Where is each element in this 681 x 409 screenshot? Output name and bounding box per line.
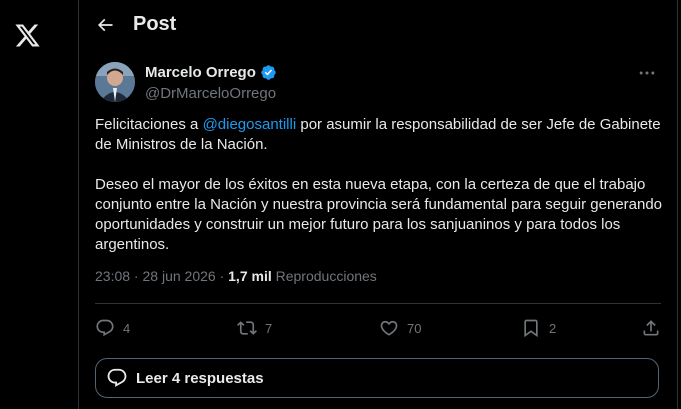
author-name-row: Marcelo Orrego	[145, 64, 277, 81]
meta-separator: ·	[215, 268, 229, 284]
post-date[interactable]: 28 jun 2026	[143, 268, 216, 284]
post-time[interactable]: 23:08	[95, 268, 130, 284]
tweet-text-span: Felicitaciones a	[95, 116, 203, 133]
chat-bubble-icon	[107, 368, 127, 387]
bookmark-count: 2	[549, 320, 557, 336]
read-replies-button[interactable]: Leer 4 respuestas	[95, 358, 659, 398]
verified-badge-icon	[261, 65, 276, 80]
bookmark-button[interactable]: 2	[521, 318, 556, 338]
avatar[interactable]	[95, 62, 135, 102]
meta-separator: ·	[130, 268, 143, 284]
share-icon	[643, 320, 659, 336]
view-count[interactable]: 1,7 mil	[228, 268, 272, 284]
divider	[95, 303, 661, 304]
repost-icon	[237, 321, 257, 335]
page-title: Post	[133, 13, 177, 35]
action-bar: 4 7 70 2	[95, 318, 661, 342]
share-button[interactable]	[641, 318, 661, 338]
tweet-paragraph-1: Felicitaciones a @diegosantilli por asum…	[95, 115, 665, 155]
repost-button[interactable]: 7	[237, 318, 272, 338]
reply-button[interactable]: 4	[95, 318, 130, 338]
read-replies-label: Leer 4 respuestas	[136, 369, 264, 387]
tweet-meta: 23:08 · 28 jun 2026 · 1,7 mil Reproducci…	[95, 268, 377, 284]
heart-icon	[380, 320, 398, 336]
left-nav	[0, 0, 78, 409]
repost-count: 7	[265, 320, 273, 336]
avatar-image	[95, 62, 135, 102]
mention-link[interactable]: @diegosantilli	[203, 116, 297, 133]
bookmark-icon	[524, 319, 538, 338]
reply-count: 4	[123, 320, 131, 336]
author-display-name[interactable]: Marcelo Orrego	[145, 64, 256, 81]
x-logo-icon[interactable]	[14, 22, 41, 49]
views-label: Reproducciones	[271, 268, 377, 284]
like-count: 70	[407, 320, 422, 336]
post-column: Post Marcelo Orrego @DrMarceloOrrego Fel…	[78, 0, 678, 409]
tweet-paragraph-2: Deseo el mayor de los éxitos en esta nue…	[95, 176, 663, 253]
tweet-text: Felicitaciones a @diegosantilli por asum…	[95, 115, 665, 255]
arrow-left-icon[interactable]	[95, 15, 115, 35]
author-handle[interactable]: @DrMarceloOrrego	[145, 85, 276, 102]
top-bar: Post	[79, 0, 677, 50]
more-options-icon[interactable]	[637, 63, 657, 83]
reply-icon	[96, 319, 114, 337]
like-button[interactable]: 70	[379, 318, 421, 338]
